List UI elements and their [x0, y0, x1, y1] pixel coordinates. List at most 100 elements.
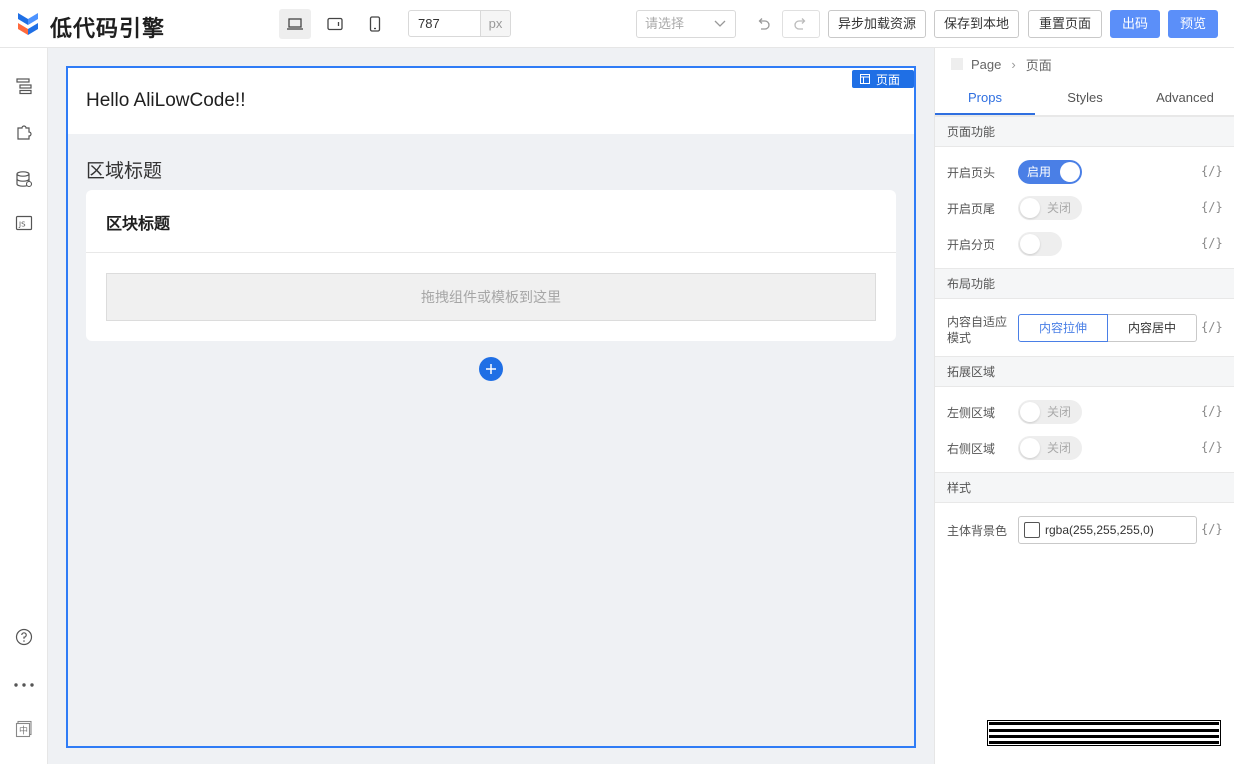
desktop-view-button[interactable]: [279, 9, 311, 39]
drop-zone[interactable]: 拖拽组件或模板到这里: [106, 273, 876, 321]
help-icon: [15, 628, 33, 646]
switch-knob: [1060, 162, 1080, 182]
enable-footer-switch-text: 关闭: [1047, 201, 1072, 215]
tab-styles[interactable]: Styles: [1035, 81, 1135, 115]
database-icon: [16, 171, 33, 188]
chevron-down-icon: [714, 20, 726, 27]
left-area-label: 左侧区域: [947, 406, 996, 420]
mobile-view-button[interactable]: [359, 9, 391, 39]
plus-icon: [486, 364, 496, 374]
stretch-content-option[interactable]: 内容拉伸: [1018, 314, 1108, 342]
language-icon: 中: [15, 720, 32, 738]
section-title[interactable]: 区域标题: [86, 156, 162, 183]
components-button[interactable]: [12, 120, 36, 144]
left-area-expression-toggle[interactable]: {/}: [1201, 404, 1223, 418]
canvas-width-unit: px: [480, 11, 510, 36]
section-extension-area[interactable]: 拓展区域: [935, 356, 1234, 387]
datasource-button[interactable]: [12, 167, 36, 191]
switch-knob: [1020, 234, 1040, 254]
center-content-option[interactable]: 内容居中: [1108, 314, 1197, 342]
language-button[interactable]: 中: [12, 717, 36, 741]
enable-footer-expression-toggle[interactable]: {/}: [1201, 200, 1223, 214]
section-page-features[interactable]: 页面功能: [935, 116, 1234, 147]
bg-color-expression-toggle[interactable]: {/}: [1201, 522, 1223, 536]
reset-page-button[interactable]: 重置页面: [1028, 10, 1102, 38]
async-load-button[interactable]: 异步加载资源: [828, 10, 926, 38]
enable-header-expression-toggle[interactable]: {/}: [1201, 164, 1223, 178]
bg-color-label: 主体背景色: [947, 524, 1008, 538]
svg-text:中: 中: [19, 725, 28, 737]
export-code-button[interactable]: 出码: [1110, 10, 1160, 38]
bg-color-input[interactable]: rgba(255,255,255,0): [1018, 516, 1197, 544]
breadcrumb-root[interactable]: Page: [971, 57, 1001, 72]
adaptive-mode-segmented: 内容拉伸 内容居中: [1018, 314, 1197, 342]
color-swatch[interactable]: [1024, 522, 1040, 538]
breadcrumb-current: 页面: [1025, 57, 1052, 73]
left-rail: JS 中: [0, 48, 48, 764]
locale-select[interactable]: 请选择: [636, 10, 736, 38]
tablet-icon: [327, 17, 343, 31]
switch-knob: [1020, 198, 1040, 218]
enable-pagination-switch[interactable]: [1018, 232, 1062, 256]
adaptive-mode-label-line2: 模式: [947, 331, 972, 345]
canvas-width-value[interactable]: 787: [409, 11, 480, 36]
canvas-width-input[interactable]: 787 px: [408, 10, 511, 37]
block-divider: [86, 252, 896, 253]
breadcrumb-separator-icon: ›: [1011, 56, 1016, 72]
content-block[interactable]: 区块标题 拖拽组件或模板到这里: [86, 190, 896, 341]
switch-knob: [1020, 402, 1040, 422]
puzzle-icon: [17, 125, 32, 140]
redo-icon: [794, 18, 806, 30]
phone-icon: [369, 16, 381, 32]
section-layout-features[interactable]: 布局功能: [935, 268, 1234, 299]
svg-text:JS: JS: [18, 221, 26, 229]
tab-advanced[interactable]: Advanced: [1135, 81, 1234, 115]
logo-icon: [18, 13, 38, 35]
code-editor-button[interactable]: JS: [12, 211, 36, 235]
enable-header-switch[interactable]: 启用: [1018, 160, 1082, 184]
locale-select-placeholder: 请选择: [645, 16, 685, 31]
right-area-expression-toggle[interactable]: {/}: [1201, 440, 1223, 454]
bg-color-value[interactable]: rgba(255,255,255,0): [1045, 523, 1154, 537]
right-area-switch[interactable]: 关闭: [1018, 436, 1082, 460]
page-badge-label: 页面: [876, 72, 901, 87]
enable-pagination-expression-toggle[interactable]: {/}: [1201, 236, 1223, 250]
redo-button[interactable]: [782, 10, 820, 38]
tablet-view-button[interactable]: [319, 9, 351, 39]
right-area-switch-text: 关闭: [1047, 441, 1072, 455]
enable-header-switch-text: 启用: [1027, 165, 1052, 179]
page-header-title[interactable]: Hello AliLowCode!!: [86, 90, 245, 112]
switch-knob: [1020, 438, 1040, 458]
undo-button[interactable]: [744, 10, 782, 38]
more-button[interactable]: [12, 673, 36, 697]
right-area-label: 右侧区域: [947, 442, 996, 456]
preview-button[interactable]: 预览: [1168, 10, 1218, 38]
top-toolbar: 低代码引擎 787 px 请选择 异步加载资源 保存到本地 重置页面 出码 预览: [0, 0, 1234, 48]
enable-footer-switch[interactable]: 关闭: [1018, 196, 1082, 220]
js-icon: JS: [15, 215, 33, 231]
left-area-switch[interactable]: 关闭: [1018, 400, 1082, 424]
save-local-button[interactable]: 保存到本地: [934, 10, 1019, 38]
adaptive-mode-expression-toggle[interactable]: {/}: [1201, 320, 1223, 334]
tab-props[interactable]: Props: [935, 81, 1035, 115]
help-button[interactable]: [12, 625, 36, 649]
section-style[interactable]: 样式: [935, 472, 1234, 503]
outline-tree-icon: [16, 78, 32, 95]
panel-tabs: Props Styles Advanced: [935, 81, 1234, 116]
enable-footer-label: 开启页尾: [947, 202, 996, 216]
page-selection-badge[interactable]: 页面: [852, 70, 914, 88]
more-icon: [14, 683, 34, 687]
page-frame[interactable]: Hello AliLowCode!! 区域标题 区块标题 拖拽组件或模板到这里: [66, 66, 916, 748]
adaptive-mode-label-line1: 内容自适应: [947, 315, 1008, 329]
page-header[interactable]: Hello AliLowCode!!: [68, 68, 914, 134]
keyboard-icon[interactable]: [987, 720, 1221, 746]
settings-panel: Page › 页面 Props Styles Advanced 页面功能 开启页…: [934, 48, 1234, 764]
app-title: 低代码引擎: [50, 17, 166, 42]
left-area-switch-text: 关闭: [1047, 405, 1072, 419]
add-block-button[interactable]: [479, 357, 503, 381]
block-title[interactable]: 区块标题: [106, 210, 170, 234]
page-icon: [860, 74, 870, 84]
design-canvas: Hello AliLowCode!! 区域标题 区块标题 拖拽组件或模板到这里: [48, 48, 934, 764]
outline-tree-button[interactable]: [12, 74, 36, 98]
page-node-icon: [951, 58, 963, 70]
